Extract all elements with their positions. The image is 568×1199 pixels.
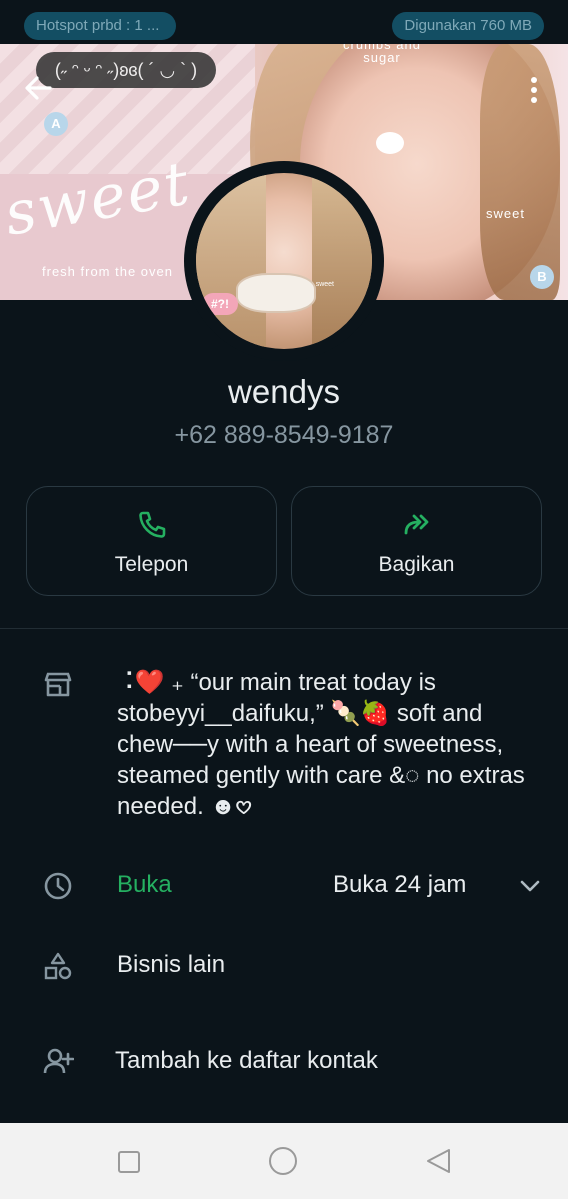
chevron-down-icon[interactable] <box>516 872 544 900</box>
avatar-hair-right <box>312 173 372 349</box>
hotspot-pill[interactable]: Hotspot prbd : 1 ... <box>24 12 176 40</box>
triangle-back-icon[interactable] <box>422 1145 454 1177</box>
square-icon[interactable] <box>112 1145 144 1177</box>
avatar-hair-left <box>196 173 266 349</box>
cover-kaomoji: (˶ ᵔ ᵕ ᵔ ˶)ʚɞ( ´ ◡ ` ) <box>36 52 216 88</box>
cover-fresh-caption: fresh from the oven <box>42 264 173 279</box>
status-bar: Hotspot prbd : 1 ... Digunakan 760 MB <box>0 0 568 48</box>
shapes-icon <box>44 952 72 980</box>
open-status[interactable]: Buka <box>117 871 172 899</box>
share-button[interactable]: Bagikan <box>291 486 542 596</box>
cover-crumbs-caption: crumbs and sugar <box>343 44 421 65</box>
phone-icon <box>138 511 165 538</box>
data-usage-pill[interactable]: Digunakan 760 MB <box>392 12 544 40</box>
avatar-food <box>236 273 316 313</box>
person-add-icon <box>43 1048 74 1074</box>
avatar-photo: #?! sweet <box>196 173 372 349</box>
system-nav-bar <box>0 1123 568 1199</box>
business-hours[interactable]: Buka 24 jam <box>333 871 466 899</box>
cover-heart-sticker <box>376 132 404 154</box>
avatar-tag: #?! <box>202 293 238 315</box>
business-description: ⠨❤️ ₊ “our main treat today is stobeyyi_… <box>117 669 525 820</box>
other-business-link[interactable]: Bisnis lain <box>117 951 225 979</box>
cover-hair-right <box>480 44 560 300</box>
call-button-label: Telepon <box>114 553 189 576</box>
share-arrow-icon <box>404 514 428 535</box>
call-button[interactable]: Telepon <box>26 486 277 596</box>
avatar[interactable]: #?! sweet <box>184 161 384 361</box>
storefront-icon <box>44 672 72 697</box>
more-vertical-icon[interactable] <box>522 72 546 108</box>
contact-phone: +62 889-8549-9187 <box>174 421 394 449</box>
circle-icon[interactable] <box>266 1145 298 1177</box>
contact-name: wendys <box>228 373 340 410</box>
clock-icon <box>44 872 72 900</box>
cover-badge-a: A <box>44 112 68 136</box>
section-divider <box>0 628 568 629</box>
avatar-sweet-caption: sweet <box>315 281 334 288</box>
share-button-label: Bagikan <box>378 553 455 576</box>
cover-sweet-caption: sweet <box>486 206 525 221</box>
cover-badge-b: B <box>530 265 554 289</box>
arrow-left-icon[interactable] <box>20 70 56 106</box>
add-to-contacts-link[interactable]: Tambah ke daftar kontak <box>115 1047 378 1075</box>
